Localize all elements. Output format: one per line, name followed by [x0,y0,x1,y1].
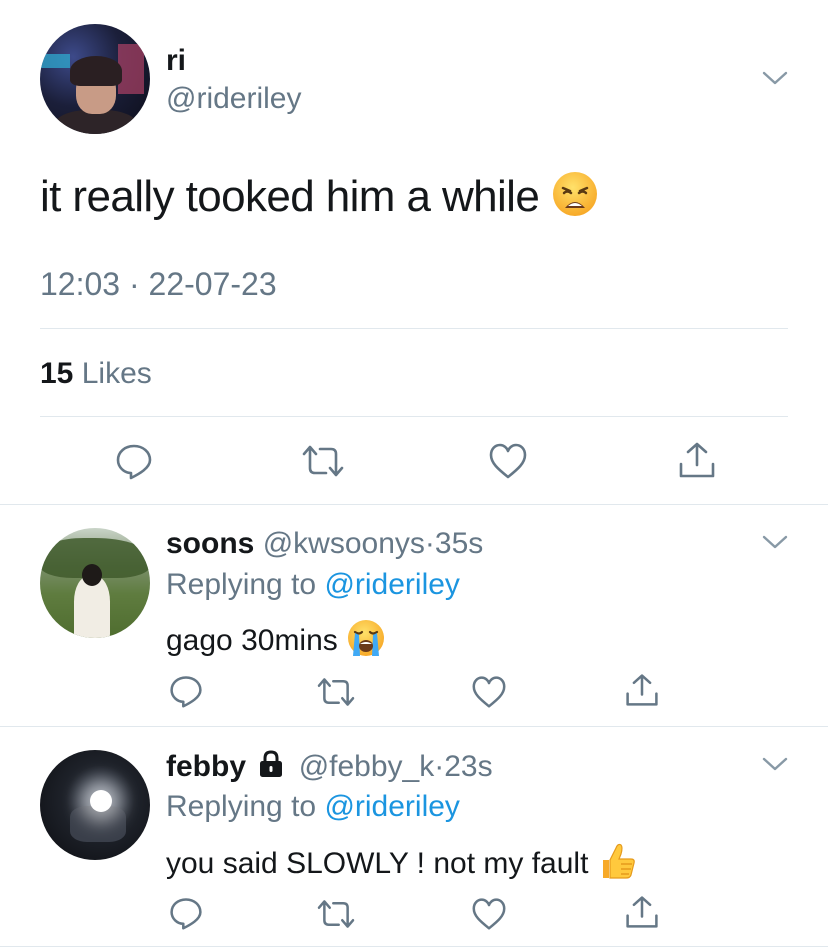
meta-separator: · [434,749,445,783]
avatar-detail [40,54,70,68]
reply-author-handle[interactable]: @kwsoonys [263,527,425,560]
meta-separator: · [424,527,435,560]
lock-icon [256,749,286,787]
avatar-ri[interactable] [40,24,150,134]
replying-to-label: Replying to [166,790,317,823]
reply-icon[interactable] [168,673,204,709]
weary-face-emoji-icon [551,170,599,229]
reply-icon[interactable] [168,895,204,931]
chevron-down-icon[interactable] [762,534,788,550]
divider [0,726,828,727]
share-icon[interactable] [624,894,660,930]
divider [40,416,788,417]
replying-to-line: Replying to @rideriley [166,568,460,602]
replying-to-line: Replying to @rideriley [166,790,460,824]
divider [0,946,828,947]
likes-count: 15 [40,357,74,390]
replying-to-mention[interactable]: @rideriley [324,790,459,823]
divider [40,328,788,329]
like-heart-icon[interactable] [471,675,507,709]
likes-count-link[interactable]: 15 Likes [40,357,152,391]
author-display-name[interactable]: ri [166,44,186,78]
avatar-soons[interactable] [40,528,150,638]
reply-author-name[interactable]: febby [166,750,246,783]
reply-header: soons @kwsoonys·35s [166,527,483,561]
retweet-icon[interactable] [300,442,346,480]
chevron-down-icon[interactable] [762,756,788,772]
reply-text: gago 30mins [166,623,338,657]
chevron-down-icon[interactable] [762,70,788,86]
reply-icon[interactable] [114,441,154,481]
tweet-text-row: it really tooked him a while [40,170,599,229]
replying-to-label: Replying to [166,568,317,601]
reply-time[interactable]: 35s [435,527,483,560]
retweet-icon[interactable] [315,897,357,931]
replying-to-mention[interactable]: @rideriley [324,568,459,601]
avatar-detail [90,790,112,812]
like-heart-icon[interactable] [471,897,507,931]
tweet-text: it really tooked him a while [40,172,540,222]
reply-author-name[interactable]: soons [166,527,254,560]
reply-author-handle[interactable]: @febby_k [299,750,435,783]
reply-header: febby @febby_k·23s [166,749,493,787]
loudly-crying-face-emoji-icon [346,618,386,666]
like-heart-icon[interactable] [488,442,528,480]
reply-text-row: you said SLOWLY ! not my fault [166,840,639,890]
reply-text-row: gago 30mins [166,618,386,666]
author-handle[interactable]: @rideriley [166,82,301,116]
reply-time[interactable]: 23s [444,750,492,783]
reply-text: you said SLOWLY ! not my fault [166,846,589,880]
share-icon[interactable] [624,672,660,708]
avatar-detail [70,56,122,86]
divider [0,504,828,505]
avatar-febby[interactable] [40,750,150,860]
share-icon[interactable] [677,440,717,480]
likes-label: Likes [81,357,152,390]
avatar-detail [82,564,102,586]
retweet-icon[interactable] [315,675,357,709]
tweet-timestamp[interactable]: 12:03 · 22-07-23 [40,266,277,303]
thumbs-up-emoji-icon [597,840,639,890]
